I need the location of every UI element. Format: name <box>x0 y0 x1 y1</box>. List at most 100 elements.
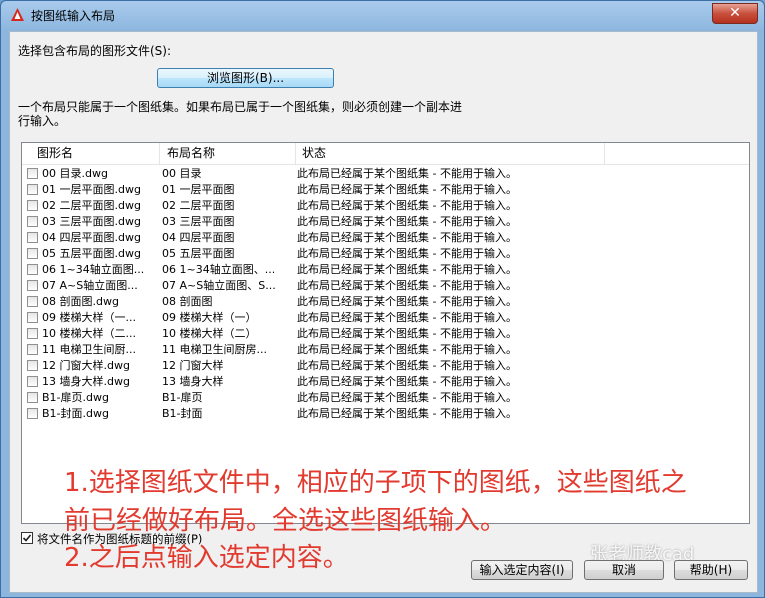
drawing-name-cell: 05 五层平面图.dwg <box>42 247 141 260</box>
drawing-name-cell: 06 1~34轴立面图... <box>42 263 145 276</box>
status-cell: 此布局已经属于某个图纸集 - 不能用于输入。 <box>297 391 517 404</box>
column-header-layout[interactable]: 布局名称 <box>162 143 296 164</box>
title-bar: 按图纸输入布局 ✕ <box>1 1 764 29</box>
drawing-name-cell: 02 二层平面图.dwg <box>42 199 141 212</box>
table-row[interactable]: 07 A~S轴立面图... 07 A~S轴立面图、S... 此布局已经属于某个图纸集… <box>22 278 749 294</box>
status-cell: 此布局已经属于某个图纸集 - 不能用于输入。 <box>297 263 517 276</box>
status-cell: 此布局已经属于某个图纸集 - 不能用于输入。 <box>297 183 517 196</box>
prefix-checkbox[interactable] <box>21 532 33 544</box>
layout-name-cell: B1-封面 <box>162 407 203 420</box>
table-row[interactable]: 13 墙身大样.dwg 13 墙身大样 此布局已经属于某个图纸集 - 不能用于输入。 <box>22 374 749 390</box>
status-cell: 此布局已经属于某个图纸集 - 不能用于输入。 <box>297 311 517 324</box>
row-checkbox[interactable] <box>27 232 38 243</box>
table-row[interactable]: 02 二层平面图.dwg 02 二层平面图 此布局已经属于某个图纸集 - 不能用于输… <box>22 198 749 214</box>
cancel-button[interactable]: 取消 <box>584 560 664 580</box>
layout-name-cell: 12 门窗大样 <box>162 359 224 372</box>
drawing-name-cell: 12 门窗大样.dwg <box>42 359 130 372</box>
info-text-line2: 行输入。 <box>18 114 67 128</box>
drawing-name-cell: B1-扉页.dwg <box>42 391 109 404</box>
file-prompt-label: 选择包含布局的图形文件(S): <box>18 44 172 58</box>
table-row[interactable]: B1-封面.dwg B1-封面 此布局已经属于某个图纸集 - 不能用于输入。 <box>22 406 749 422</box>
drawing-name-cell: 01 一层平面图.dwg <box>42 183 141 196</box>
row-checkbox[interactable] <box>27 184 38 195</box>
annotation-line1: 1.选择图纸文件中，相应的子项下的图纸，这些图纸之 <box>64 468 687 498</box>
import-selected-button[interactable]: 输入选定内容(I) <box>471 560 573 580</box>
layout-name-cell: B1-扉页 <box>162 391 203 404</box>
status-cell: 此布局已经属于某个图纸集 - 不能用于输入。 <box>297 375 517 388</box>
layout-name-cell: 06 1~34轴立面图、... <box>162 263 276 276</box>
close-button[interactable]: ✕ <box>712 3 758 24</box>
autocad-logo-icon <box>11 8 24 21</box>
drawing-name-cell: 08 剖面图.dwg <box>42 295 119 308</box>
table-row[interactable]: 04 四层平面图.dwg 04 四层平面图 此布局已经属于某个图纸集 - 不能用于输… <box>22 230 749 246</box>
row-checkbox[interactable] <box>27 360 38 371</box>
column-header-status[interactable]: 状态 <box>297 143 605 164</box>
drawing-name-cell: 13 墙身大样.dwg <box>42 375 130 388</box>
table-row[interactable]: 00 目录.dwg 00 目录 此布局已经属于某个图纸集 - 不能用于输入。 <box>22 166 749 182</box>
table-row[interactable]: 10 楼梯大样（二... 10 楼梯大样（二） 此布局已经属于某个图纸集 - 不能用… <box>22 326 749 342</box>
row-checkbox[interactable] <box>27 280 38 291</box>
drawing-name-cell: 07 A~S轴立面图... <box>42 279 138 292</box>
column-header-drawing[interactable]: 图形名 <box>32 143 160 164</box>
status-cell: 此布局已经属于某个图纸集 - 不能用于输入。 <box>297 167 517 180</box>
status-cell: 此布局已经属于某个图纸集 - 不能用于输入。 <box>297 279 517 292</box>
table-row[interactable]: 03 三层平面图.dwg 03 三层平面图 此布局已经属于某个图纸集 - 不能用于输… <box>22 214 749 230</box>
drawing-name-cell: 04 四层平面图.dwg <box>42 231 141 244</box>
layout-name-cell: 03 三层平面图 <box>162 215 235 228</box>
table-row[interactable]: 12 门窗大样.dwg 12 门窗大样 此布局已经属于某个图纸集 - 不能用于输入。 <box>22 358 749 374</box>
row-checkbox[interactable] <box>27 392 38 403</box>
status-cell: 此布局已经属于某个图纸集 - 不能用于输入。 <box>297 343 517 356</box>
list-header: 图形名 布局名称 状态 <box>22 143 749 165</box>
row-checkbox[interactable] <box>27 376 38 387</box>
drawing-name-cell: 10 楼梯大样（二... <box>42 327 136 340</box>
table-row[interactable]: 01 一层平面图.dwg 01 一层平面图 此布局已经属于某个图纸集 - 不能用于输… <box>22 182 749 198</box>
layout-name-cell: 02 二层平面图 <box>162 199 235 212</box>
row-checkbox[interactable] <box>27 216 38 227</box>
browse-drawings-button[interactable]: 浏览图形(B)... <box>157 68 334 88</box>
drawing-name-cell: 00 目录.dwg <box>42 167 108 180</box>
layout-name-cell: 01 一层平面图 <box>162 183 235 196</box>
table-row[interactable]: 09 楼梯大样（一... 09 楼梯大样（一） 此布局已经属于某个图纸集 - 不能用… <box>22 310 749 326</box>
dialog-body: 选择包含布局的图形文件(S): 浏览图形(B)... 一个布局只能属于一个图纸集… <box>9 31 758 593</box>
layout-name-cell: 09 楼梯大样（一） <box>162 311 257 324</box>
info-text-line1: 一个布局只能属于一个图纸集。如果布局已属于一个图纸集，则必须创建一个副本进 <box>18 100 463 114</box>
prefix-checkbox-label[interactable]: 将文件名作为图纸标题的前缀(P) <box>37 531 202 547</box>
status-cell: 此布局已经属于某个图纸集 - 不能用于输入。 <box>297 327 517 340</box>
row-checkbox[interactable] <box>27 296 38 307</box>
layout-name-cell: 11 电梯卫生间厨房... <box>162 343 267 356</box>
layout-name-cell: 04 四层平面图 <box>162 231 235 244</box>
drawing-name-cell: B1-封面.dwg <box>42 407 109 420</box>
layout-name-cell: 13 墙身大样 <box>162 375 224 388</box>
layout-name-cell: 07 A~S轴立面图、S... <box>162 279 276 292</box>
table-row[interactable]: 08 剖面图.dwg 08 剖面图 此布局已经属于某个图纸集 - 不能用于输入。 <box>22 294 749 310</box>
row-checkbox[interactable] <box>27 328 38 339</box>
status-cell: 此布局已经属于某个图纸集 - 不能用于输入。 <box>297 215 517 228</box>
status-cell: 此布局已经属于某个图纸集 - 不能用于输入。 <box>297 295 517 308</box>
table-row[interactable]: 05 五层平面图.dwg 05 五层平面图 此布局已经属于某个图纸集 - 不能用于输… <box>22 246 749 262</box>
status-cell: 此布局已经属于某个图纸集 - 不能用于输入。 <box>297 247 517 260</box>
checkmark-icon <box>22 534 32 542</box>
table-row[interactable]: B1-扉页.dwg B1-扉页 此布局已经属于某个图纸集 - 不能用于输入。 <box>22 390 749 406</box>
import-layouts-dialog: 按图纸输入布局 ✕ 选择包含布局的图形文件(S): 浏览图形(B)... 一个布… <box>0 0 765 598</box>
help-button[interactable]: 帮助(H) <box>674 560 748 580</box>
row-checkbox[interactable] <box>27 168 38 179</box>
layout-name-cell: 00 目录 <box>162 167 202 180</box>
row-checkbox[interactable] <box>27 248 38 259</box>
layout-name-cell: 08 剖面图 <box>162 295 213 308</box>
layout-name-cell: 10 楼梯大样（二） <box>162 327 257 340</box>
row-checkbox[interactable] <box>27 344 38 355</box>
status-cell: 此布局已经属于某个图纸集 - 不能用于输入。 <box>297 199 517 212</box>
row-checkbox[interactable] <box>27 312 38 323</box>
drawing-name-cell: 11 电梯卫生间厨... <box>42 343 136 356</box>
table-row[interactable]: 11 电梯卫生间厨... 11 电梯卫生间厨房... 此布局已经属于某个图纸集 - … <box>22 342 749 358</box>
row-checkbox[interactable] <box>27 200 38 211</box>
row-checkbox[interactable] <box>27 264 38 275</box>
drawing-name-cell: 09 楼梯大样（一... <box>42 311 136 324</box>
table-row[interactable]: 06 1~34轴立面图... 06 1~34轴立面图、... 此布局已经属于某个图纸… <box>22 262 749 278</box>
layout-name-cell: 05 五层平面图 <box>162 247 235 260</box>
status-cell: 此布局已经属于某个图纸集 - 不能用于输入。 <box>297 359 517 372</box>
window-title: 按图纸输入布局 <box>31 9 116 23</box>
status-cell: 此布局已经属于某个图纸集 - 不能用于输入。 <box>297 407 517 420</box>
row-checkbox[interactable] <box>27 408 38 419</box>
drawing-name-cell: 03 三层平面图.dwg <box>42 215 141 228</box>
